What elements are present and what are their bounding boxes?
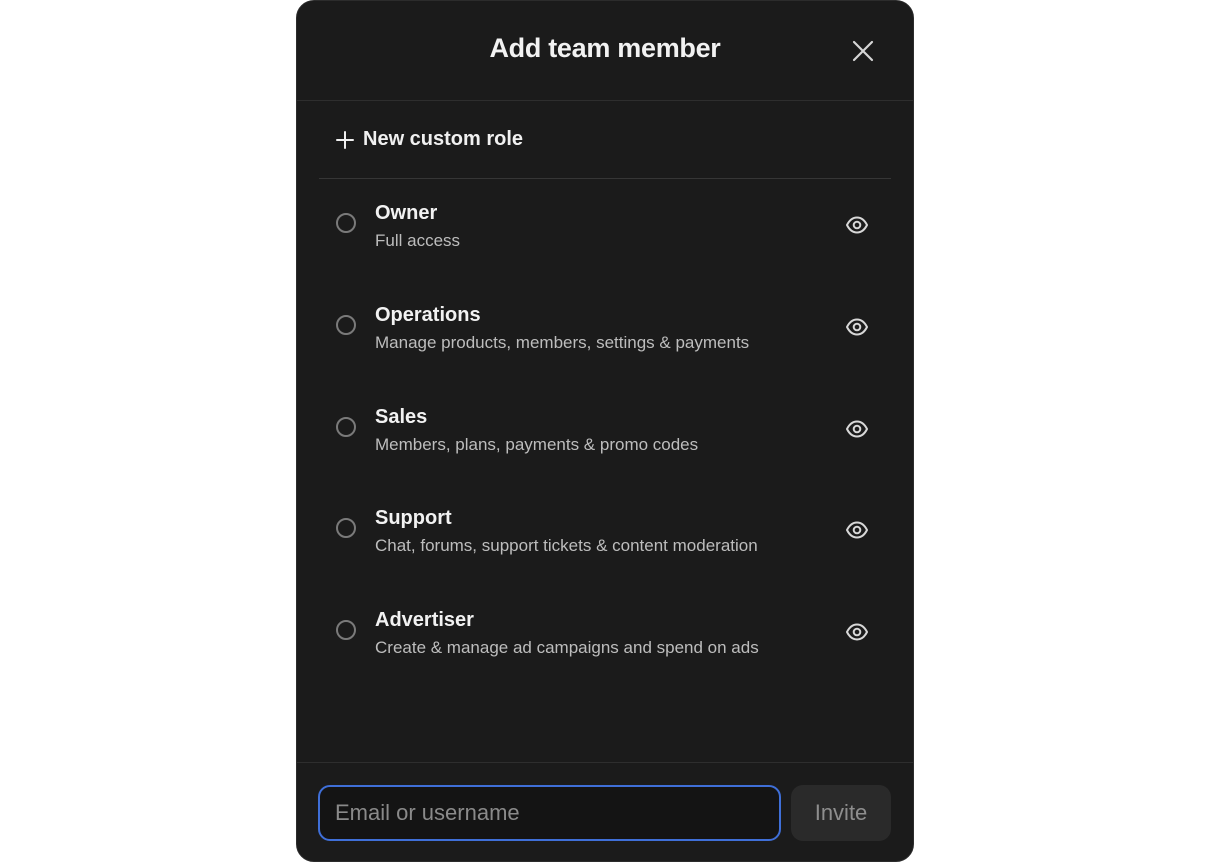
radio-icon[interactable] (336, 620, 356, 641)
role-option-advertiser[interactable]: Advertiser Create & manage ad campaigns … (319, 587, 891, 689)
add-team-member-dialog: Add team member New custom role Owner Fu… (296, 0, 914, 862)
eye-icon[interactable] (845, 213, 869, 237)
eye-icon[interactable] (845, 518, 869, 542)
radio-icon[interactable] (336, 416, 356, 437)
email-or-username-input[interactable] (318, 785, 781, 841)
role-name: Advertiser (375, 609, 474, 632)
dialog-footer: Invite (297, 762, 913, 861)
role-description: Full access (375, 231, 461, 250)
close-icon (852, 40, 874, 62)
dialog-title: Add team member (489, 33, 721, 63)
radio-icon[interactable] (336, 518, 356, 539)
eye-icon[interactable] (845, 417, 869, 441)
role-name: Support (375, 507, 452, 530)
role-option-sales[interactable]: Sales Members, plans, payments & promo c… (319, 384, 891, 486)
eye-icon[interactable] (845, 620, 869, 644)
radio-icon[interactable] (336, 314, 356, 335)
radio-icon[interactable] (336, 213, 356, 233)
new-custom-role-label: New custom role (363, 128, 524, 150)
role-list: Owner Full access Operations Manage prod… (319, 180, 891, 689)
role-description: Chat, forums, support tickets & content … (375, 536, 758, 556)
role-description: Members, plans, payments & promo codes (375, 434, 699, 454)
dialog-header: Add team member (297, 1, 913, 101)
role-description: Manage products, members, settings & pay… (375, 332, 750, 352)
role-description: Create & manage ad campaigns and spend o… (375, 638, 759, 658)
invite-button[interactable]: Invite (791, 785, 891, 841)
close-button[interactable] (849, 37, 877, 65)
role-name: Owner (375, 202, 438, 224)
role-name: Operations (375, 303, 481, 326)
plus-icon (336, 131, 354, 149)
eye-icon[interactable] (845, 315, 869, 339)
new-custom-role-button[interactable]: New custom role (319, 102, 891, 179)
role-option-operations[interactable]: Operations Manage products, members, set… (319, 282, 891, 384)
role-option-support[interactable]: Support Chat, forums, support tickets & … (319, 485, 891, 587)
role-name: Sales (375, 405, 428, 428)
role-option-owner[interactable]: Owner Full access (319, 180, 891, 282)
